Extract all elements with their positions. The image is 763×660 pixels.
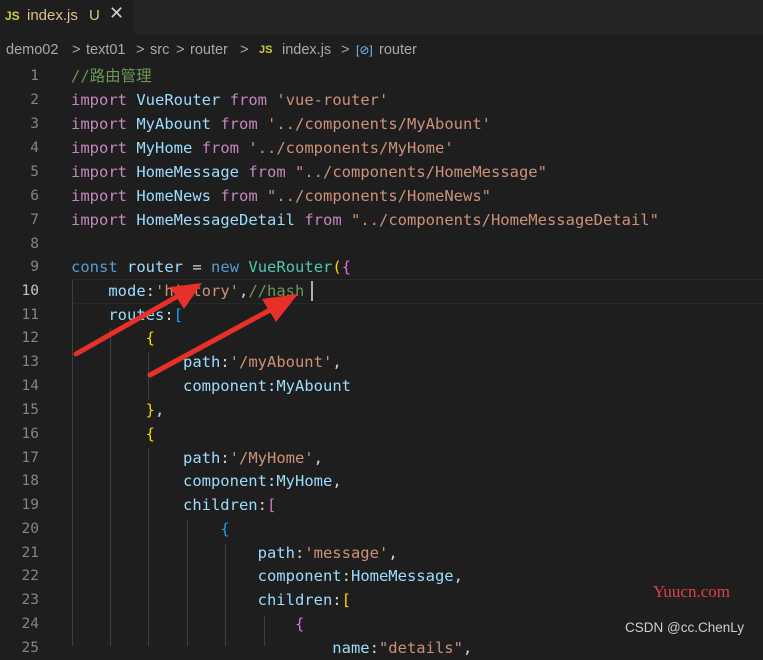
line-number: 7	[30, 212, 39, 228]
tab-index-js[interactable]: JS index.js U ✕	[0, 0, 134, 34]
code-line[interactable]: path:'/MyHome',	[71, 446, 323, 470]
code-line[interactable]: import MyAbount from '../components/MyAb…	[71, 112, 491, 136]
line-number: 2	[30, 92, 39, 108]
code-line[interactable]: children:[	[71, 493, 276, 517]
watermark-csdn: CSDN @cc.ChenLy	[625, 620, 744, 635]
line-number: 19	[21, 497, 39, 513]
line-number: 16	[21, 426, 39, 442]
js-file-icon: JS	[259, 44, 273, 56]
line-number: 3	[30, 116, 39, 132]
line-number: 21	[21, 545, 39, 561]
breadcrumb-separator: >	[72, 42, 81, 58]
variable-symbol-icon: [⊘]	[356, 43, 373, 57]
code-line[interactable]: {	[71, 326, 155, 350]
code-line[interactable]: {	[71, 422, 155, 446]
line-number: 9	[30, 259, 39, 275]
untracked-badge: U	[89, 7, 100, 24]
code-line[interactable]: import VueRouter from 'vue-router'	[71, 88, 388, 112]
code-line[interactable]: path:'message',	[71, 541, 398, 565]
code-line[interactable]: name:"details",	[71, 636, 472, 660]
breadcrumb-item-src[interactable]: src	[150, 42, 169, 58]
line-number: 11	[21, 307, 39, 323]
line-number: 14	[21, 378, 39, 394]
tab-filename: index.js	[27, 7, 78, 24]
line-number: 23	[21, 592, 39, 608]
watermark-yuucn: Yuucn.com	[653, 582, 730, 601]
close-icon[interactable]: ✕	[109, 3, 124, 24]
code-line[interactable]: //路由管理	[71, 64, 152, 88]
code-line[interactable]: },	[71, 398, 165, 422]
breadcrumb-separator: >	[176, 42, 185, 58]
breadcrumb: demo02 > text01 > src > router > JS inde…	[0, 38, 763, 64]
code-line[interactable]: component:MyHome,	[71, 469, 342, 493]
line-number: 18	[21, 473, 39, 489]
code-line[interactable]: import HomeMessage from "../components/H…	[71, 160, 547, 184]
breadcrumb-item-demo02[interactable]: demo02	[6, 42, 58, 58]
code-line[interactable]: component:HomeMessage,	[71, 564, 463, 588]
tab-bar: JS index.js U ✕	[0, 0, 763, 34]
line-number: 13	[21, 354, 39, 370]
line-number: 6	[30, 188, 39, 204]
line-number: 17	[21, 450, 39, 466]
js-file-icon: JS	[5, 9, 20, 23]
breadcrumb-item-router[interactable]: router	[190, 42, 228, 58]
breadcrumb-item-symbol[interactable]: router	[379, 42, 417, 58]
breadcrumb-separator: >	[341, 42, 350, 58]
line-number: 12	[21, 330, 39, 346]
code-line[interactable]: mode:'history',//hash	[71, 279, 304, 303]
line-number: 1	[30, 68, 39, 84]
breadcrumb-item-text01[interactable]: text01	[86, 42, 126, 58]
line-number: 20	[21, 521, 39, 537]
code-line[interactable]: import MyHome from '../components/MyHome…	[71, 136, 454, 160]
code-line[interactable]: const router = new VueRouter({	[71, 255, 351, 279]
code-line[interactable]: component:MyAbount	[71, 374, 351, 398]
code-line[interactable]: {	[71, 612, 304, 636]
code-line[interactable]: import HomeNews from "../components/Home…	[71, 184, 491, 208]
code-line[interactable]: {	[71, 517, 229, 541]
line-number-active: 10	[21, 283, 39, 299]
line-number: 5	[30, 164, 39, 180]
line-number: 4	[30, 140, 39, 156]
line-number: 24	[21, 616, 39, 632]
breadcrumb-item-file[interactable]: index.js	[282, 42, 331, 58]
code-line[interactable]: children:[	[71, 588, 351, 612]
line-number: 25	[21, 640, 39, 656]
code-line[interactable]: routes:[	[71, 303, 183, 327]
breadcrumb-separator: >	[136, 42, 145, 58]
line-number: 22	[21, 568, 39, 584]
line-number: 8	[30, 236, 39, 252]
code-line[interactable]: path:'/myAbount',	[71, 350, 342, 374]
code-line[interactable]: import HomeMessageDetail from "../compon…	[71, 208, 659, 232]
breadcrumb-separator: >	[240, 42, 249, 58]
text-cursor	[311, 281, 313, 301]
line-number: 15	[21, 402, 39, 418]
